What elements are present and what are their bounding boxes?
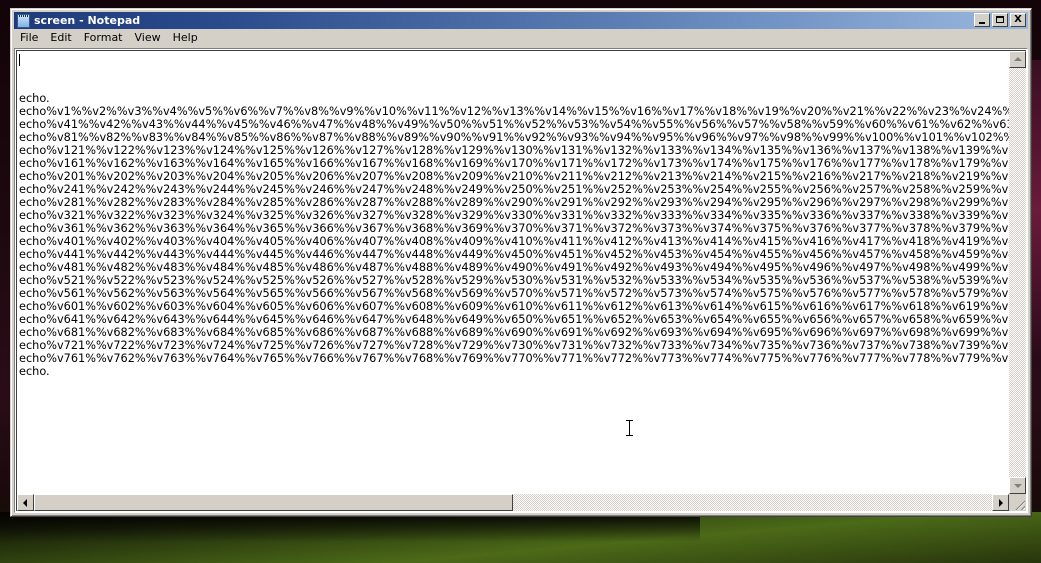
text-line: echo %v81%%v82%%v83%%v84%%v85%%v86%%v87%… [19, 131, 1009, 144]
line-arguments: %v161%%v162%%v163%%v164%%v165%%v166%%v16… [46, 157, 1009, 170]
line-arguments: %v481%%v482%%v483%%v484%%v485%%v486%%v48… [46, 261, 1009, 274]
notepad-icon[interactable] [17, 13, 30, 28]
line-command: echo [19, 300, 47, 313]
text-line: echo %v721%%v722%%v723%%v724%%v725%%v726… [19, 339, 1009, 352]
line-command: echo [19, 183, 47, 196]
text-line: echo %v641%%v642%%v643%%v644%%v645%%v646… [19, 313, 1009, 326]
text-line: echo %v1%%v2%%v3%%v4%%v5%%v6%%v7%%v8%%v9… [19, 105, 1009, 118]
text-line: echo %v281%%v282%%v283%%v284%%v285%%v286… [19, 196, 1009, 209]
menu-help[interactable]: Help [167, 29, 204, 47]
text-line: echo %v361%%v362%%v363%%v364%%v365%%v366… [19, 222, 1009, 235]
line-command: echo [19, 222, 47, 235]
vertical-scrollbar[interactable] [1009, 51, 1026, 494]
horizontal-scroll-thumb[interactable] [34, 494, 513, 511]
menu-file[interactable]: File [14, 29, 44, 47]
line-arguments: %v641%%v642%%v643%%v644%%v645%%v646%%v64… [46, 313, 1009, 326]
window-controls: X [972, 13, 1026, 27]
line-command: echo [19, 326, 47, 339]
scroll-right-button[interactable] [992, 494, 1009, 511]
resize-grip-icon[interactable] [1009, 494, 1026, 511]
text-line: echo %v201%%v202%%v203%%v204%%v205%%v206… [19, 170, 1009, 183]
title-bar[interactable]: screen - Notepad X [14, 12, 1028, 29]
line-command: echo [19, 144, 47, 157]
line-arguments: %v1%%v2%%v3%%v4%%v5%%v6%%v7%%v8%%v9%%v10… [46, 105, 1009, 118]
text-line: echo %v441%%v442%%v443%%v444%%v445%%v446… [19, 248, 1009, 261]
line-arguments: %v201%%v202%%v203%%v204%%v205%%v206%%v20… [46, 170, 1009, 183]
desktop-wallpaper-glow [1032, 60, 1041, 360]
text-line: echo %v481%%v482%%v483%%v484%%v485%%v486… [19, 261, 1009, 274]
text-line: echo %v681%%v682%%v683%%v684%%v685%%v686… [19, 326, 1009, 339]
line-command: echo [19, 235, 47, 248]
menu-edit[interactable]: Edit [44, 29, 77, 47]
line-command: echo [19, 339, 47, 352]
line-command: echo [19, 105, 47, 118]
notepad-window: screen - Notepad X File Edit Format View… [10, 8, 1032, 517]
text-line: echo %v161%%v162%%v163%%v164%%v165%%v166… [19, 157, 1009, 170]
line-arguments: %v361%%v362%%v363%%v364%%v365%%v366%%v36… [46, 222, 1009, 235]
text-line: echo %v761%%v762%%v763%%v764%%v765%%v766… [19, 352, 1009, 365]
text-line: echo. [19, 92, 1009, 105]
line-command: echo [19, 274, 47, 287]
line-arguments: %v281%%v282%%v283%%v284%%v285%%v286%%v28… [46, 196, 1009, 209]
line-arguments: %v81%%v82%%v83%%v84%%v85%%v86%%v87%%v88%… [46, 131, 1009, 144]
close-icon: X [1014, 14, 1022, 25]
line-arguments: %v441%%v442%%v443%%v444%%v445%%v446%%v44… [46, 248, 1009, 261]
text-line: echo. [19, 365, 1009, 378]
line-command: echo [19, 170, 47, 183]
text-line: echo %v601%%v602%%v603%%v604%%v605%%v606… [19, 300, 1009, 313]
line-arguments: %v761%%v762%%v763%%v764%%v765%%v766%%v76… [46, 352, 1009, 365]
minimize-button[interactable] [974, 13, 990, 27]
text-line: echo %v321%%v322%%v323%%v324%%v325%%v326… [19, 209, 1009, 222]
scroll-up-button[interactable] [1009, 51, 1026, 68]
horizontal-scrollbar[interactable] [17, 494, 1009, 511]
maximize-button[interactable] [992, 13, 1008, 27]
line-arguments: %v681%%v682%%v683%%v684%%v685%%v686%%v68… [46, 326, 1009, 339]
line-arguments: %v241%%v242%%v243%%v244%%v245%%v246%%v24… [46, 183, 1009, 196]
line-command: echo [19, 131, 47, 144]
line-command: echo [19, 157, 47, 170]
line-command: echo [19, 209, 47, 222]
window-title: screen - Notepad [34, 14, 141, 27]
menu-format[interactable]: Format [78, 29, 129, 47]
line-command: echo [19, 196, 47, 209]
text-line: echo %v121%%v122%%v123%%v124%%v125%%v126… [19, 144, 1009, 157]
line-arguments: %v521%%v522%%v523%%v524%%v525%%v526%%v52… [46, 274, 1009, 287]
text-line: echo %v241%%v242%%v243%%v244%%v245%%v246… [19, 183, 1009, 196]
line-arguments: %v121%%v122%%v123%%v124%%v125%%v126%%v12… [46, 144, 1009, 157]
line-arguments: %v721%%v722%%v723%%v724%%v725%%v726%%v72… [46, 339, 1009, 352]
text-line: echo %v41%%v42%%v43%%v44%%v45%%v46%%v47%… [19, 118, 1009, 131]
text-line: echo %v401%%v402%%v403%%v404%%v405%%v406… [19, 235, 1009, 248]
line-command: echo [19, 287, 47, 300]
line-arguments: %v321%%v322%%v323%%v324%%v325%%v326%%v32… [46, 209, 1009, 222]
menu-view[interactable]: View [129, 29, 167, 47]
line-command: echo. [19, 92, 50, 105]
line-command: echo [19, 313, 47, 326]
text-line: echo %v561%%v562%%v563%%v564%%v565%%v566… [19, 287, 1009, 300]
editor-frame: echo. echo %v1%%v2%%v3%%v4%%v5%%v6%%v7%%… [14, 48, 1028, 513]
menu-bar: File Edit Format View Help [14, 29, 1028, 47]
line-command: echo [19, 352, 47, 365]
text-line: echo %v521%%v522%%v523%%v524%%v525%%v526… [19, 274, 1009, 287]
scroll-down-button[interactable] [1009, 477, 1026, 494]
line-arguments: %v601%%v602%%v603%%v604%%v605%%v606%%v60… [46, 300, 1009, 313]
close-button[interactable]: X [1010, 13, 1026, 27]
scroll-left-button[interactable] [17, 494, 34, 511]
line-command: echo [19, 248, 47, 261]
ibeam-cursor-icon [626, 420, 633, 436]
line-command: echo. [19, 365, 50, 378]
line-arguments: %v401%%v402%%v403%%v404%%v405%%v406%%v40… [46, 235, 1009, 248]
text-editor[interactable]: echo. echo %v1%%v2%%v3%%v4%%v5%%v6%%v7%%… [17, 51, 1009, 494]
text-caret [19, 54, 20, 66]
line-arguments: %v41%%v42%%v43%%v44%%v45%%v46%%v47%%v48%… [46, 118, 1009, 131]
line-arguments: %v561%%v562%%v563%%v564%%v565%%v566%%v56… [46, 287, 1009, 300]
line-command: echo [19, 118, 47, 131]
line-command: echo [19, 261, 47, 274]
